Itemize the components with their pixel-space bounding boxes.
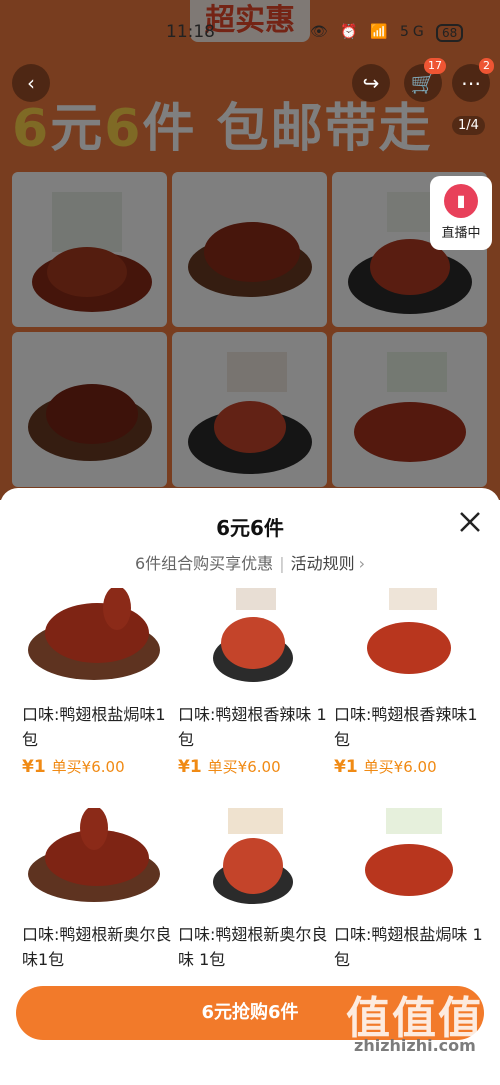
item-orig-price: 单买¥6.00 (51, 758, 125, 776)
bundle-item[interactable]: 口味:鸭翅根香辣味1包 ¥1 单买¥6.00 (334, 588, 484, 777)
status-time: 11:18 (166, 22, 215, 42)
bundle-item[interactable]: 口味:鸭翅根盐焗味1包 ¥1 单买¥6.00 (22, 586, 172, 777)
live-button[interactable]: ▮ 直播中 (430, 176, 492, 250)
more-icon: ⋯ (461, 71, 481, 95)
close-icon[interactable] (454, 506, 486, 538)
status-icons: 👁 ⏰ 📶 5G (310, 24, 428, 40)
item-name: 口味:鸭翅根新奥尔良味1包 (22, 925, 172, 969)
product-thumb (178, 588, 328, 688)
battery-icon: 68 (436, 24, 464, 42)
bundle-item[interactable]: 口味:鸭翅根新奥尔良味1包 (22, 806, 172, 972)
bundle-item[interactable]: 口味:鸭翅根新奥尔良味 1包 (178, 808, 328, 972)
item-name: 口味:鸭翅根盐焗味1包 (22, 705, 166, 749)
product-page-background: 超实惠 6元6件 包邮带走 11:18 👁 ⏰ 📶 5G 68 ‹ ↪ 🛒17 … (0, 0, 500, 500)
cart-badge: 17 (424, 58, 446, 74)
bundle-desc: 6件组合购买享优惠 (135, 554, 274, 573)
live-label: 直播中 (441, 226, 481, 241)
product-thumb (334, 588, 484, 688)
item-price: ¥1 (22, 757, 46, 777)
live-icon: ▮ (444, 184, 478, 218)
chevron-left-icon: ‹ (27, 71, 35, 95)
more-button[interactable]: ⋯ 2 (452, 58, 494, 102)
item-price: ¥1 (334, 757, 358, 777)
item-name: 口味:鸭翅根盐焗味 1包 (334, 925, 483, 969)
back-button[interactable]: ‹ (12, 64, 50, 102)
share-icon: ↪ (362, 71, 380, 95)
product-thumb (334, 808, 484, 908)
rules-link[interactable]: 活动规则 (291, 554, 355, 573)
status-bar: 11:18 👁 ⏰ 📶 5G 68 (0, 22, 500, 46)
share-button[interactable]: ↪ (352, 64, 390, 102)
product-thumb (22, 806, 172, 908)
sheet-title: 6元6件 (216, 516, 284, 540)
cart-button[interactable]: 🛒 17 (404, 58, 446, 102)
item-orig-price: 单买¥6.00 (363, 758, 437, 776)
chevron-right-icon: › (358, 554, 365, 573)
watermark-url: zhizhizhi.com (354, 1036, 476, 1055)
item-name: 口味:鸭翅根香辣味1包 (334, 705, 478, 749)
item-name: 口味:鸭翅根香辣味 1包 (178, 705, 327, 749)
item-name: 口味:鸭翅根新奥尔良味 1包 (178, 925, 328, 969)
bundle-item[interactable]: 口味:鸭翅根盐焗味 1包 (334, 808, 484, 972)
bundle-item[interactable]: 口味:鸭翅根香辣味 1包 ¥1 单买¥6.00 (178, 588, 328, 777)
product-thumb (22, 586, 172, 688)
product-thumb (178, 808, 328, 908)
item-orig-price: 单买¥6.00 (207, 758, 281, 776)
sheet-subtitle: 6件组合购买享优惠 | 活动规则 › (135, 554, 365, 573)
item-price: ¥1 (178, 757, 202, 777)
more-badge: 2 (479, 58, 494, 74)
bundle-sheet: 6元6件 6件组合购买享优惠 | 活动规则 › 口味:鸭翅根盐焗味1包 ¥1 单买¥6.… (0, 488, 500, 1085)
image-pager: 1/4 (452, 116, 485, 135)
cart-icon: 🛒 (410, 71, 436, 95)
